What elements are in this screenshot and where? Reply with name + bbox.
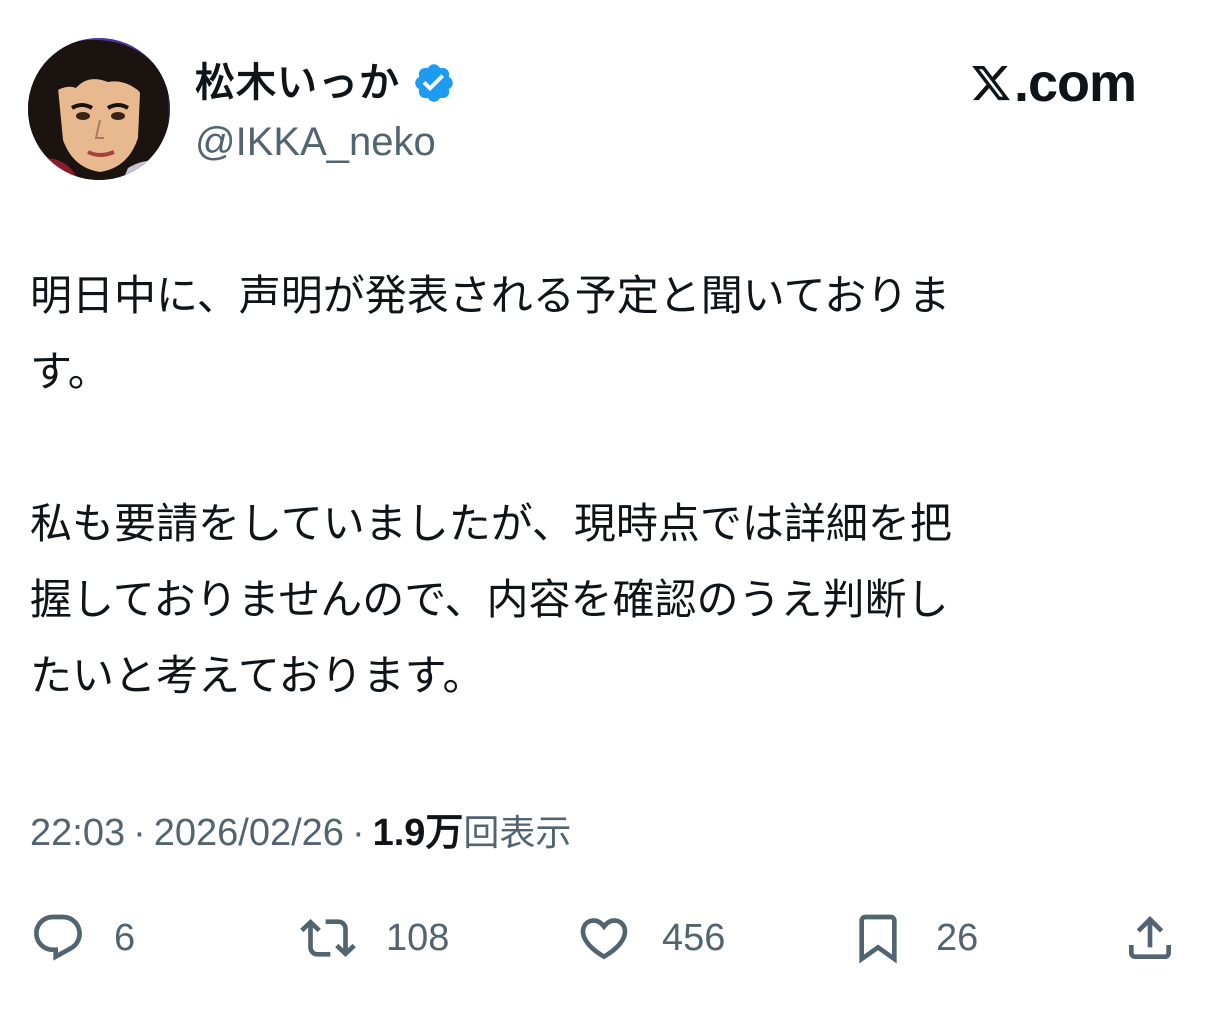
meta-separator: · <box>133 812 146 854</box>
heart-icon <box>580 918 628 960</box>
brand-logo: .com <box>970 52 1137 114</box>
brand-domain: .com <box>1013 53 1137 113</box>
display-name[interactable]: 松木いっか <box>195 63 400 103</box>
post-meta: 22:03 · 2026/02/26 · 1.9万回表示 <box>30 808 571 859</box>
bookmark-icon <box>859 914 897 964</box>
views-count: 1.9万 <box>372 812 464 854</box>
bookmark-count: 26 <box>936 916 979 959</box>
name-row: 松木いっか <box>195 54 456 112</box>
reply-icon <box>34 914 82 961</box>
like-button[interactable]: 456 <box>576 902 725 974</box>
avatar-illustration-icon <box>28 38 170 180</box>
post-paragraph: 私も要請をしていましたが、現時点では詳細を把 握しておりませんので、内容を確認の… <box>30 486 1150 714</box>
share-button[interactable] <box>1122 902 1178 974</box>
like-count: 456 <box>662 916 726 959</box>
post-time[interactable]: 22:03 <box>30 812 125 854</box>
meta-separator: · <box>351 812 365 854</box>
repost-icon <box>300 919 356 957</box>
repost-count: 108 <box>386 916 450 959</box>
verified-badge-icon <box>415 64 453 102</box>
post-line: たいと考えております。 <box>30 651 485 700</box>
reply-count: 6 <box>114 916 136 959</box>
share-icon <box>1129 916 1171 959</box>
post-date[interactable]: 2026/02/26 <box>154 812 344 854</box>
repost-button[interactable]: 108 <box>300 902 449 974</box>
post-line: 私も要請をしていましたが、現時点では詳細を把 <box>30 499 952 548</box>
user-handle[interactable]: @IKKA_neko <box>195 118 436 166</box>
post-header: 松木いっか @IKKA_neko .com <box>28 38 1178 180</box>
post-line: す。 <box>30 347 110 396</box>
post-text: 明日中に、声明が発表される予定と聞いておりま す。 私も要請をしていましたが、現… <box>30 258 1150 714</box>
reply-button[interactable]: 6 <box>30 902 135 974</box>
views-label: 回表示 <box>463 813 572 854</box>
x-logo-icon <box>972 65 1010 101</box>
action-bar: 6 108 456 26 <box>30 902 1180 974</box>
bookmark-button[interactable]: 26 <box>850 902 978 974</box>
post-paragraph: 明日中に、声明が発表される予定と聞いておりま す。 <box>30 258 1150 410</box>
avatar[interactable] <box>28 38 170 180</box>
post-line: 握しておりませんので、内容を確認のうえ判断し <box>30 575 949 624</box>
post-line: 明日中に、声明が発表される予定と聞いておりま <box>30 271 951 320</box>
